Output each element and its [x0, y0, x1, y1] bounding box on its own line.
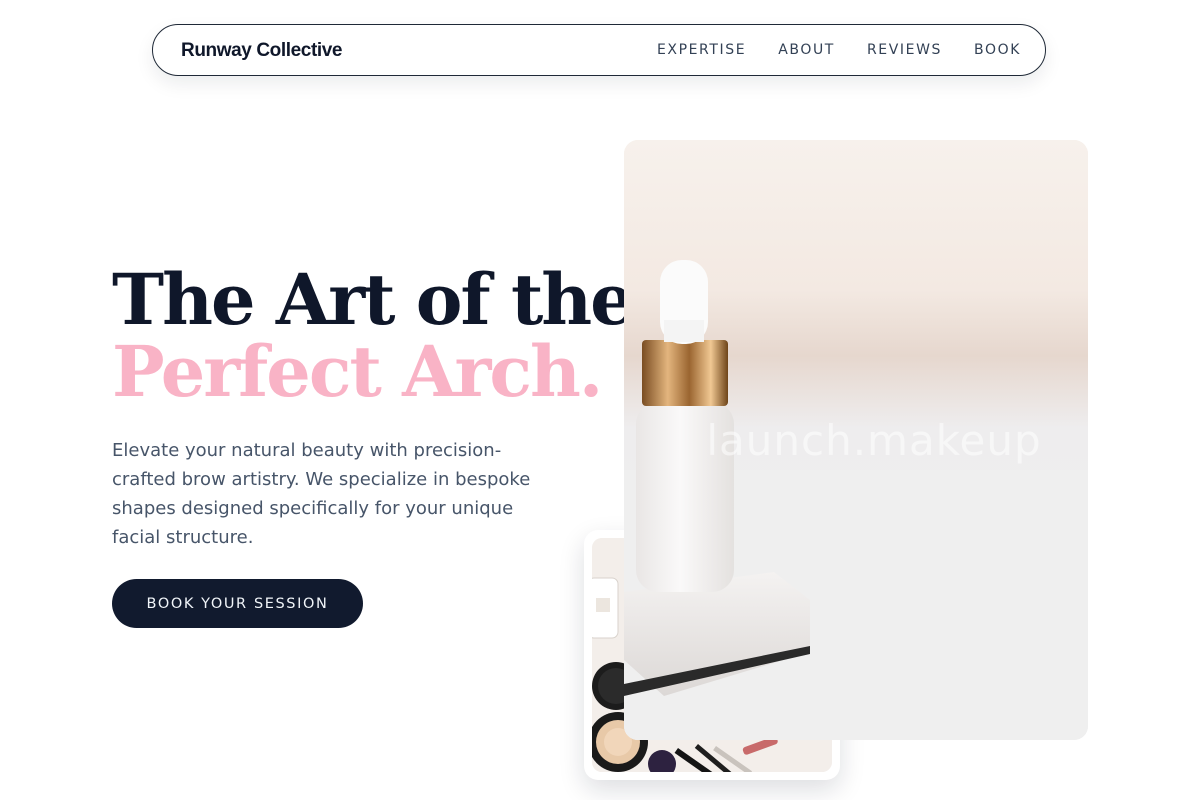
nav-link-expertise[interactable]: EXPERTISE — [657, 42, 746, 58]
brand-logo[interactable]: Runway Collective — [181, 40, 342, 62]
nav-links: EXPERTISE ABOUT REVIEWS BOOK — [625, 42, 1021, 58]
hero-headline: The Art of the Perfect Arch. — [112, 258, 635, 413]
nav-link-book[interactable]: BOOK — [974, 42, 1021, 58]
nav-link-about[interactable]: ABOUT — [778, 42, 835, 58]
top-nav: Runway Collective EXPERTISE ABOUT REVIEW… — [152, 24, 1046, 76]
nav-link-reviews[interactable]: REVIEWS — [867, 42, 942, 58]
headline-line-1: The Art of the — [112, 258, 635, 341]
watermark-text: launch.makeup — [706, 416, 1042, 465]
hero-description: Elevate your natural beauty with precisi… — [112, 440, 531, 548]
headline-line-2: Perfect Arch. — [112, 330, 603, 413]
book-session-button[interactable]: BOOK YOUR SESSION — [112, 579, 363, 628]
hero-photo: launch.makeup — [624, 140, 1088, 740]
